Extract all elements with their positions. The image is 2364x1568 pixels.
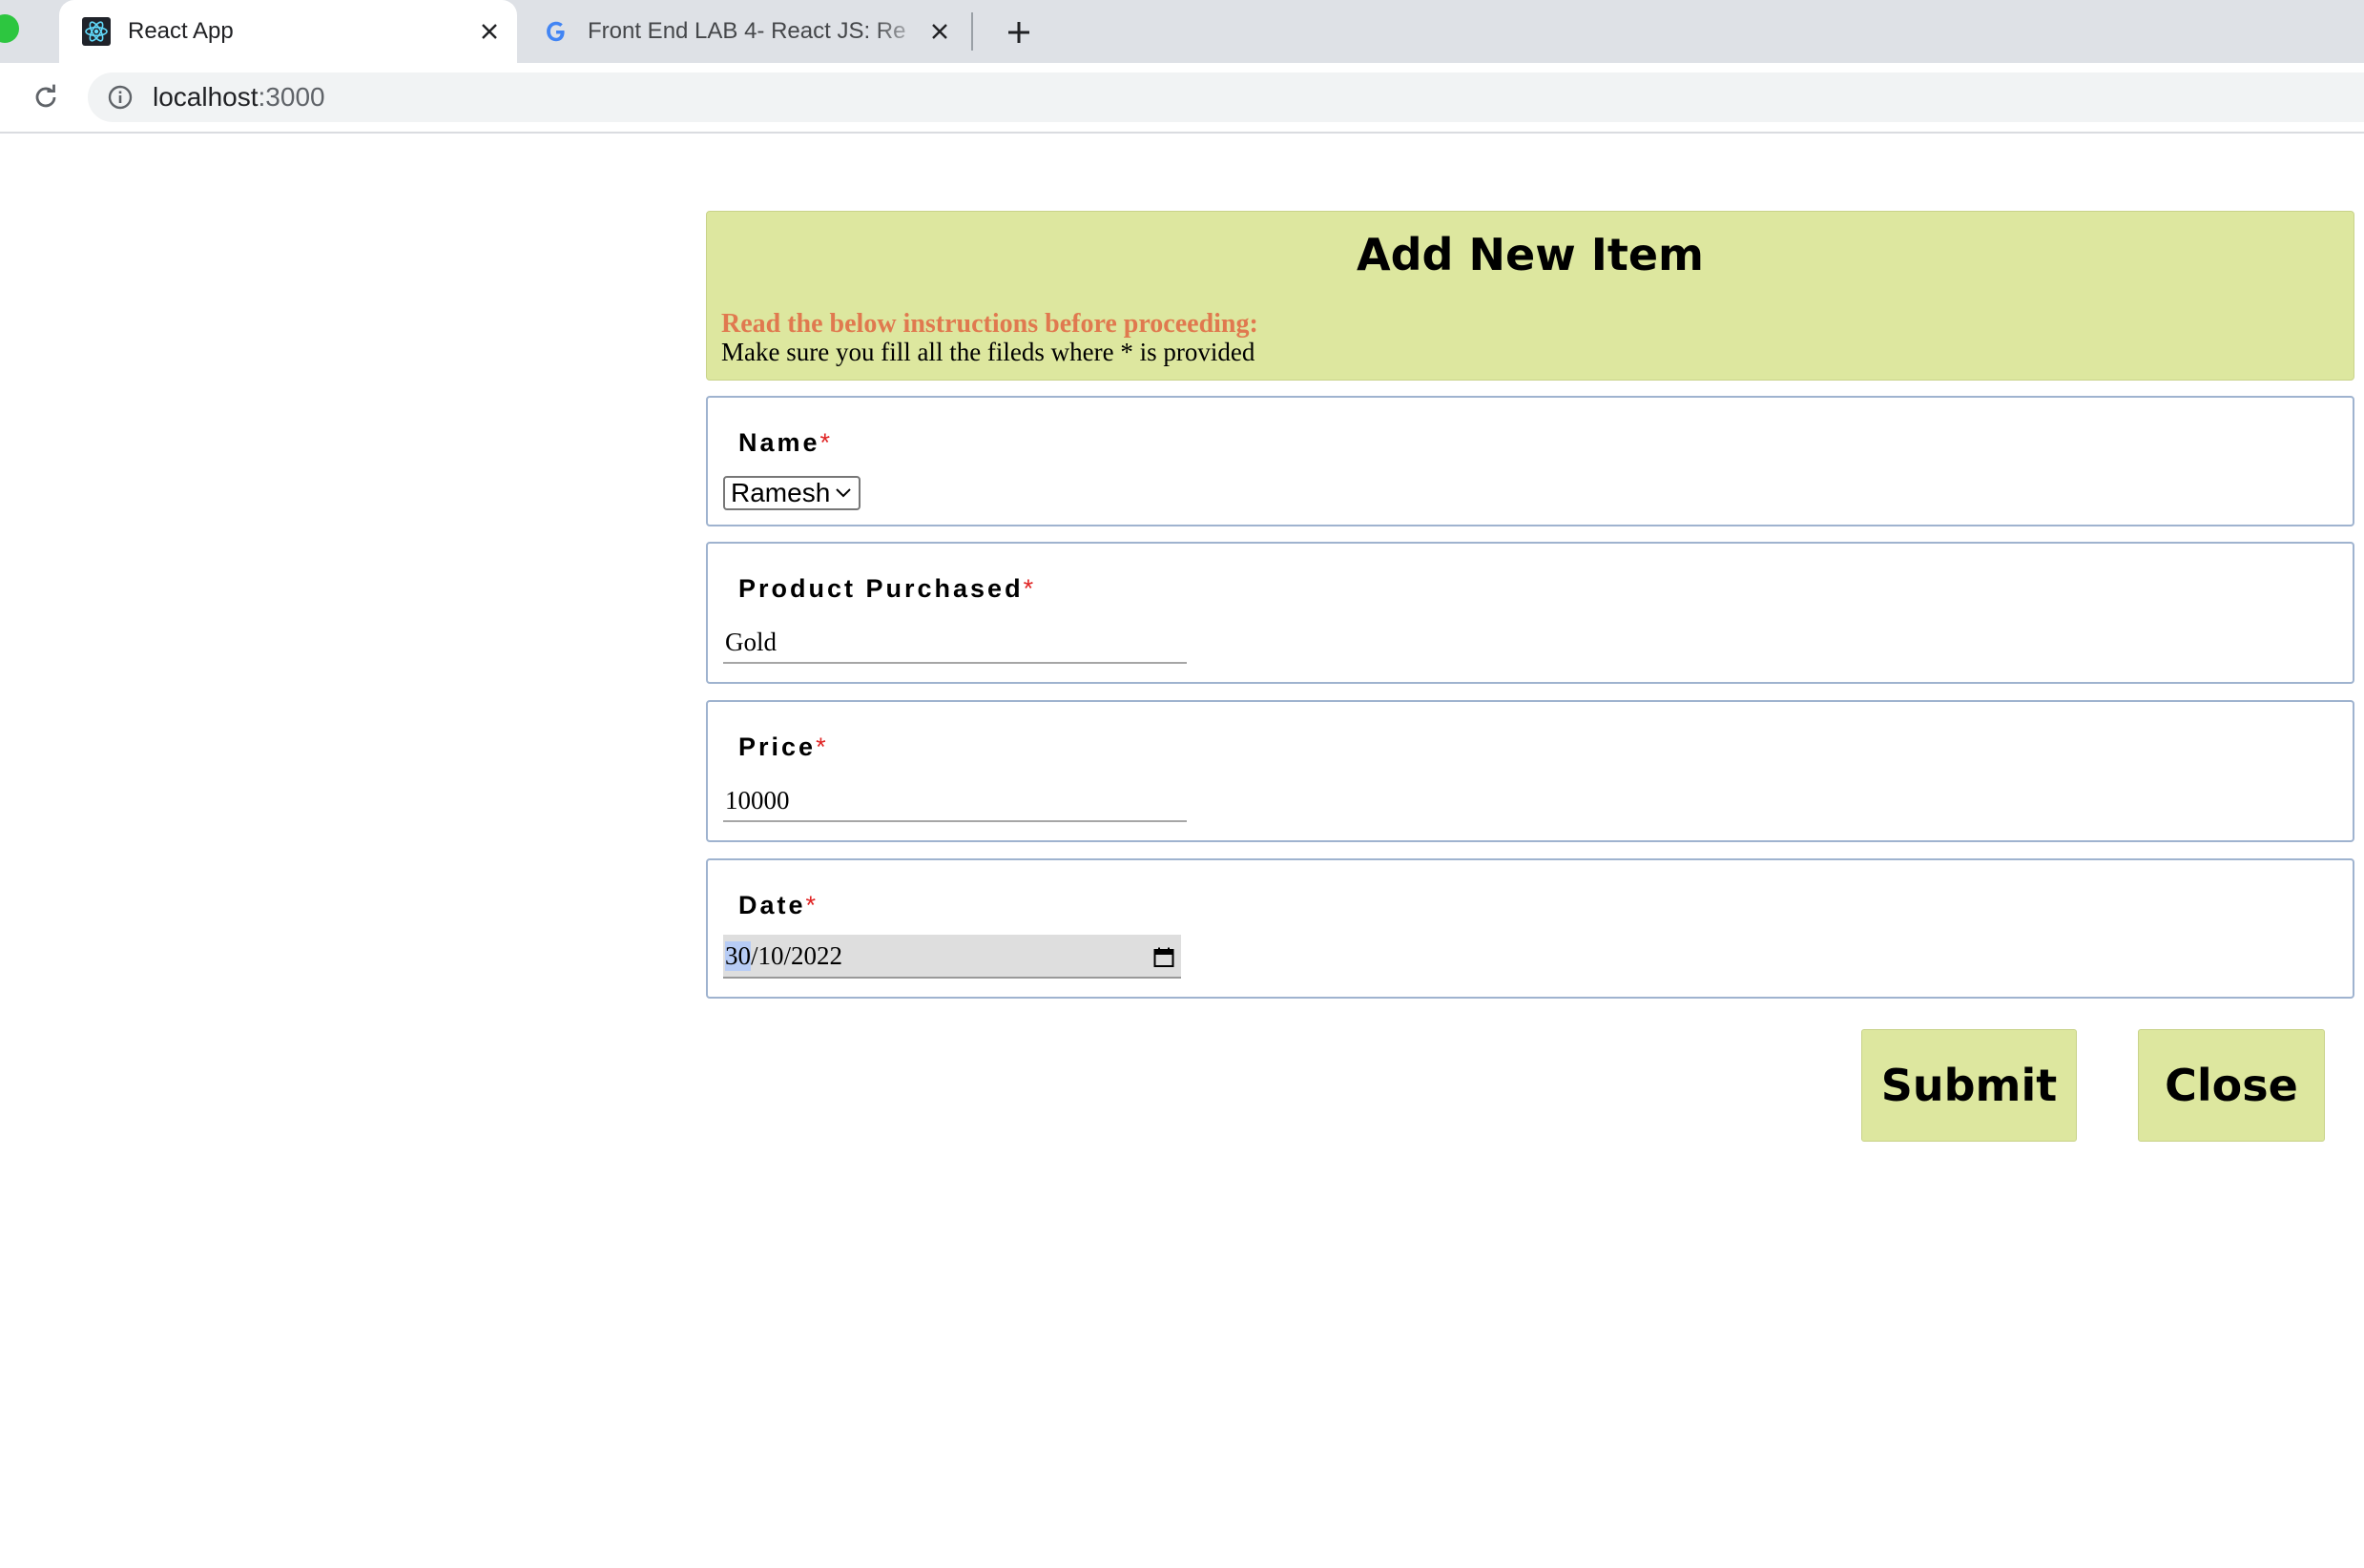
product-label: Product Purchased* — [738, 574, 1033, 604]
google-icon — [542, 17, 570, 46]
name-select-value: Ramesh — [731, 478, 831, 507]
date-label: Date* — [738, 891, 816, 920]
close-icon[interactable] — [925, 17, 954, 46]
close-button[interactable]: Close — [2138, 1029, 2325, 1142]
chevron-down-icon — [836, 488, 851, 498]
date-input[interactable]: 30/10/2022 — [723, 935, 1181, 979]
react-icon — [82, 17, 111, 46]
date-rest-segment: /10/2022 — [751, 940, 843, 970]
product-field-group: Product Purchased* Gold — [706, 542, 2354, 684]
tab-react-app[interactable]: React App — [59, 0, 517, 63]
price-input[interactable]: 10000 — [723, 780, 1187, 822]
tab-title: React App — [128, 18, 234, 44]
plus-icon[interactable] — [1000, 13, 1038, 52]
required-mark: * — [819, 428, 831, 457]
name-label: Name* — [738, 428, 830, 458]
address-bar[interactable]: localhost:3000 — [88, 72, 2364, 122]
name-field-group: Name* Ramesh — [706, 396, 2354, 526]
label-text: Product Purchased — [738, 574, 1024, 603]
required-mark: * — [816, 732, 826, 761]
price-field-group: Price* 10000 — [706, 700, 2354, 842]
date-field-group: Date* 30/10/2022 — [706, 858, 2354, 999]
window-maximize-button[interactable] — [0, 14, 19, 43]
form-header: Add New Item Read the below instructions… — [706, 211, 2354, 381]
info-icon[interactable] — [105, 82, 135, 113]
required-mark: * — [1023, 574, 1034, 603]
instructions-title: Read the below instructions before proce… — [721, 309, 1258, 339]
reload-icon[interactable] — [29, 80, 63, 114]
url-port: :3000 — [258, 82, 325, 112]
tab-divider — [971, 12, 973, 51]
browser-toolbar: localhost:3000 — [0, 63, 2364, 134]
required-mark: * — [805, 891, 817, 919]
instructions-body: Make sure you fill all the fileds where … — [721, 338, 1255, 366]
calendar-icon[interactable] — [1152, 946, 1175, 969]
submit-button[interactable]: Submit — [1861, 1029, 2077, 1142]
url-text: localhost:3000 — [153, 82, 325, 113]
close-icon[interactable] — [475, 17, 504, 46]
label-text: Date — [738, 891, 806, 919]
tab-front-end-lab[interactable]: Front End LAB 4- React JS: Re — [519, 0, 967, 63]
tab-strip: React App Front End LAB 4- React JS: Re — [0, 0, 2364, 63]
date-day-segment[interactable]: 30 — [725, 940, 751, 971]
product-input[interactable]: Gold — [723, 622, 1187, 664]
tab-title: Front End LAB 4- React JS: Re — [588, 18, 906, 44]
page-title: Add New Item — [1357, 229, 1704, 280]
label-text: Name — [738, 428, 820, 457]
label-text: Price — [738, 732, 817, 761]
url-host: localhost — [153, 82, 259, 112]
name-select[interactable]: Ramesh — [723, 476, 861, 510]
price-label: Price* — [738, 732, 826, 762]
